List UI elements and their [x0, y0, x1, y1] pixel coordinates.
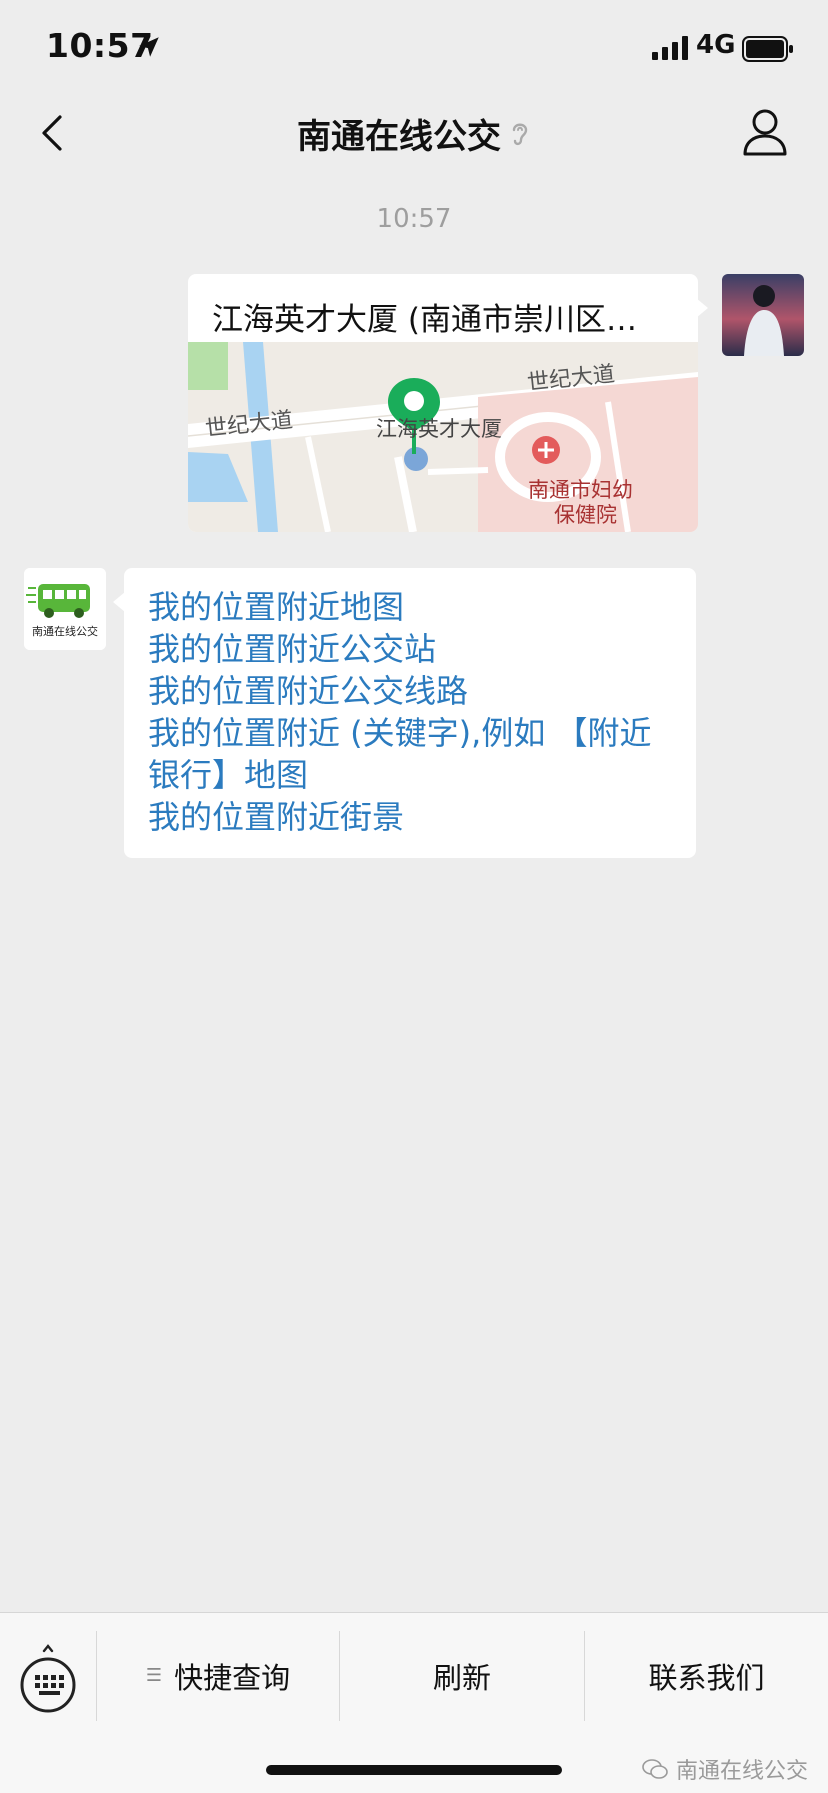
chevron-left-icon: [42, 115, 62, 151]
profile-button[interactable]: [740, 104, 790, 160]
back-button[interactable]: [30, 108, 74, 158]
bot-avatar[interactable]: 南通在线公交: [24, 568, 106, 650]
menu-quick-query[interactable]: ☰ 快捷查询: [97, 1631, 339, 1721]
user-avatar[interactable]: [722, 274, 804, 356]
pin-label: 江海英才大厦: [376, 417, 502, 441]
location-arrow-icon: [139, 37, 159, 57]
keyboard-toggle-button[interactable]: [20, 1643, 76, 1723]
menu-link-street-view[interactable]: 我的位置附近街景: [148, 796, 672, 838]
location-title: 江海英才大厦 (南通市崇川区…: [212, 302, 637, 338]
bus-logo-icon: 南通在线公交: [24, 568, 106, 650]
menu-link-nearby-map[interactable]: 我的位置附近地图: [148, 586, 672, 628]
bottom-menu-bar: ☰ 快捷查询 刷新 联系我们 南通在线公交: [0, 1612, 828, 1793]
bot-avatar-text: 南通在线公交: [32, 624, 98, 638]
menu-refresh-label: 刷新: [432, 1661, 491, 1695]
menu-contact-us[interactable]: 联系我们: [585, 1631, 828, 1721]
header: 南通在线公交: [0, 108, 828, 158]
menu-link-nearby-stops[interactable]: 我的位置附近公交站: [148, 628, 672, 670]
hospital-label-line2: 保健院: [554, 503, 617, 527]
network-type: 4G: [696, 30, 736, 60]
home-indicator: [266, 1765, 562, 1775]
page-title: 南通在线公交: [297, 116, 501, 157]
battery-icon: [742, 36, 793, 62]
menu-link-nearby-routes[interactable]: 我的位置附近公交线路: [148, 670, 672, 712]
ear-icon: [512, 123, 528, 146]
watermark-text: 南通在线公交: [676, 1759, 809, 1784]
menu-quick-query-label: 快捷查询: [174, 1661, 291, 1695]
menu-refresh[interactable]: 刷新: [340, 1631, 584, 1721]
signal-icon: [652, 36, 688, 60]
menu-link-nearby-keyword[interactable]: 我的位置附近 (关键字),例如 【附近银行】地图: [148, 712, 672, 796]
message-timestamp: 10:57: [376, 204, 452, 234]
wechat-icon: [642, 1759, 668, 1779]
location-map: 世纪大道 世纪大道 江海英才大厦 南通市妇幼 保健院: [188, 342, 698, 532]
watermark: 南通在线公交: [642, 1753, 808, 1785]
menu-contact-us-label: 联系我们: [648, 1661, 765, 1695]
location-message-card[interactable]: 江海英才大厦 (南通市崇川区… 世纪大道 世纪大道 江海英才大厦 南通市妇幼 保…: [188, 274, 698, 532]
menu-lines-icon: ☰: [145, 1665, 163, 1686]
bubble-tail: [696, 298, 708, 318]
menu-message: 我的位置附近地图 我的位置附近公交站 我的位置附近公交线路 我的位置附近 (关键…: [124, 568, 696, 858]
hospital-label-line1: 南通市妇幼: [528, 478, 633, 502]
